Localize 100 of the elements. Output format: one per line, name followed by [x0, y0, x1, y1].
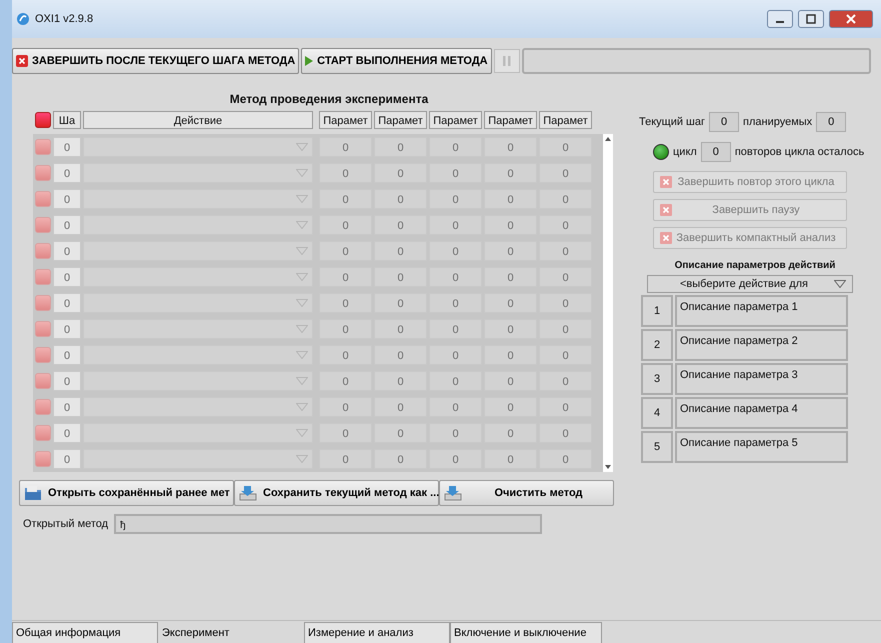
param-field[interactable]: 0 — [484, 345, 537, 365]
pause-button[interactable] — [494, 49, 520, 73]
param-field[interactable]: 0 — [539, 215, 592, 235]
param-field[interactable]: 0 — [319, 449, 372, 469]
param-field[interactable]: 0 — [374, 449, 427, 469]
action-dropdown[interactable] — [83, 319, 313, 339]
maximize-button[interactable] — [798, 10, 824, 28]
step-field[interactable]: 0 — [53, 215, 81, 235]
param-field[interactable]: 0 — [429, 371, 482, 391]
param-field[interactable]: 0 — [539, 449, 592, 469]
step-field[interactable]: 0 — [53, 449, 81, 469]
param-field[interactable]: 0 — [319, 397, 372, 417]
row-delete-button[interactable] — [35, 321, 51, 337]
param-field[interactable]: 0 — [429, 163, 482, 183]
param-field[interactable]: 0 — [539, 345, 592, 365]
tab[interactable]: Общая информация — [12, 622, 158, 643]
action-dropdown[interactable] — [83, 397, 313, 417]
row-delete-button[interactable] — [35, 451, 51, 467]
param-field[interactable]: 0 — [484, 267, 537, 287]
row-delete-button[interactable] — [35, 347, 51, 363]
action-dropdown[interactable] — [83, 371, 313, 391]
param-field[interactable]: 0 — [539, 137, 592, 157]
action-dropdown[interactable] — [83, 267, 313, 287]
action-dropdown[interactable] — [83, 449, 313, 469]
param-field[interactable]: 0 — [484, 371, 537, 391]
step-field[interactable]: 0 — [53, 371, 81, 391]
delete-all-button[interactable] — [35, 112, 51, 128]
param-field[interactable]: 0 — [539, 397, 592, 417]
row-delete-button[interactable] — [35, 243, 51, 259]
param-field[interactable]: 0 — [319, 423, 372, 443]
action-dropdown[interactable] — [83, 189, 313, 209]
param-field[interactable]: 0 — [374, 345, 427, 365]
step-field[interactable]: 0 — [53, 345, 81, 365]
row-delete-button[interactable] — [35, 373, 51, 389]
action-dropdown[interactable] — [83, 293, 313, 313]
param-field[interactable]: 0 — [484, 241, 537, 261]
row-delete-button[interactable] — [35, 191, 51, 207]
param-field[interactable]: 0 — [539, 189, 592, 209]
action-select-dropdown[interactable]: <выберите действие для — [647, 275, 853, 293]
row-delete-button[interactable] — [35, 165, 51, 181]
param-field[interactable]: 0 — [374, 293, 427, 313]
param-field[interactable]: 0 — [484, 423, 537, 443]
param-field[interactable]: 0 — [374, 397, 427, 417]
param-field[interactable]: 0 — [374, 423, 427, 443]
tab[interactable]: Включение и выключение — [450, 622, 602, 643]
row-delete-button[interactable] — [35, 399, 51, 415]
param-field[interactable]: 0 — [319, 137, 372, 157]
row-delete-button[interactable] — [35, 269, 51, 285]
param-field[interactable]: 0 — [374, 267, 427, 287]
action-dropdown[interactable] — [83, 241, 313, 261]
param-field[interactable]: 0 — [374, 189, 427, 209]
step-field[interactable]: 0 — [53, 293, 81, 313]
row-delete-button[interactable] — [35, 425, 51, 441]
step-field[interactable]: 0 — [53, 241, 81, 261]
step-field[interactable]: 0 — [53, 267, 81, 287]
clear-method-button[interactable]: Очистить метод — [439, 480, 614, 506]
param-field[interactable]: 0 — [429, 189, 482, 209]
action-dropdown[interactable] — [83, 163, 313, 183]
param-field[interactable]: 0 — [319, 319, 372, 339]
step-field[interactable]: 0 — [53, 137, 81, 157]
param-field[interactable]: 0 — [539, 293, 592, 313]
param-field[interactable]: 0 — [374, 371, 427, 391]
param-field[interactable]: 0 — [319, 293, 372, 313]
action-dropdown[interactable] — [83, 215, 313, 235]
param-field[interactable]: 0 — [429, 345, 482, 365]
param-field[interactable]: 0 — [429, 137, 482, 157]
param-field[interactable]: 0 — [429, 241, 482, 261]
param-field[interactable]: 0 — [429, 397, 482, 417]
param-field[interactable]: 0 — [319, 215, 372, 235]
start-method-button[interactable]: СТАРТ ВЫПОЛНЕНИЯ МЕТОДА — [301, 48, 492, 74]
param-field[interactable]: 0 — [484, 449, 537, 469]
step-field[interactable]: 0 — [53, 189, 81, 209]
tab[interactable]: Измерение и анализ — [304, 622, 450, 643]
param-field[interactable]: 0 — [484, 215, 537, 235]
param-field[interactable]: 0 — [539, 319, 592, 339]
param-field[interactable]: 0 — [484, 293, 537, 313]
param-field[interactable]: 0 — [374, 137, 427, 157]
step-field[interactable]: 0 — [53, 397, 81, 417]
param-field[interactable]: 0 — [484, 137, 537, 157]
open-method-button[interactable]: Открыть сохранённый ранее мет — [19, 480, 234, 506]
param-field[interactable]: 0 — [429, 423, 482, 443]
scrollbar[interactable] — [603, 134, 613, 472]
action-dropdown[interactable] — [83, 423, 313, 443]
param-field[interactable]: 0 — [539, 267, 592, 287]
param-field[interactable]: 0 — [484, 189, 537, 209]
minimize-button[interactable] — [767, 10, 793, 28]
param-field[interactable]: 0 — [319, 345, 372, 365]
param-field[interactable]: 0 — [539, 163, 592, 183]
param-field[interactable]: 0 — [539, 241, 592, 261]
action-dropdown[interactable] — [83, 137, 313, 157]
step-field[interactable]: 0 — [53, 319, 81, 339]
param-field[interactable]: 0 — [429, 293, 482, 313]
stop-after-step-button[interactable]: ЗАВЕРШИТЬ ПОСЛЕ ТЕКУЩЕГО ШАГА МЕТОДА — [12, 48, 300, 74]
row-delete-button[interactable] — [35, 217, 51, 233]
param-field[interactable]: 0 — [429, 215, 482, 235]
param-field[interactable]: 0 — [374, 163, 427, 183]
param-field[interactable]: 0 — [319, 189, 372, 209]
row-delete-button[interactable] — [35, 295, 51, 311]
param-field[interactable]: 0 — [484, 319, 537, 339]
param-field[interactable]: 0 — [539, 423, 592, 443]
